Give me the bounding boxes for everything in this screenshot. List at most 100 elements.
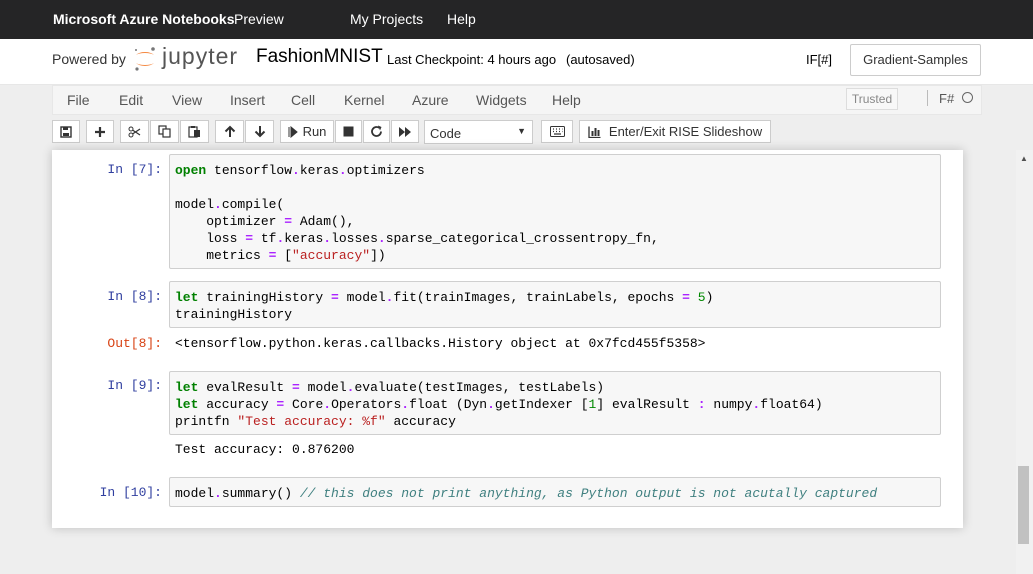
copy-button[interactable] — [150, 120, 179, 143]
cell-type-select[interactable]: Code ▼ — [424, 120, 533, 144]
input-prompt: In [7]: — [107, 162, 162, 177]
scrollbar-thumb[interactable] — [1018, 466, 1029, 544]
rise-label: Enter/Exit RISE Slideshow — [608, 124, 763, 139]
code-token: let — [175, 290, 199, 305]
code-token: = — [292, 380, 300, 395]
input-prompt: In [8]: — [107, 289, 162, 304]
menu-file[interactable]: File — [67, 92, 90, 108]
code-editor[interactable]: let evalResult = model. evaluate(testImag… — [170, 372, 940, 437]
jupyter-logo-text[interactable]: jupyter — [162, 43, 238, 70]
code-token: let — [175, 380, 199, 395]
menu-separator — [927, 90, 928, 106]
move-down-button[interactable] — [245, 120, 274, 143]
code-token: . — [214, 486, 222, 501]
code-token: . — [292, 163, 300, 178]
rise-slideshow-button[interactable]: Enter/Exit RISE Slideshow — [579, 120, 771, 143]
code-token: "accuracy" — [292, 248, 371, 263]
input-prompt: In [10]: — [99, 485, 162, 500]
code-token: Core — [284, 397, 324, 412]
save-button[interactable] — [52, 120, 80, 143]
restart-button[interactable] — [363, 120, 390, 143]
trusted-indicator[interactable]: Trusted — [846, 88, 898, 110]
restart-run-all-button[interactable] — [391, 120, 419, 143]
my-projects-link[interactable]: My Projects — [350, 11, 423, 27]
code-token: evalResult — [198, 380, 293, 395]
bar-chart-icon — [588, 126, 601, 138]
run-label: Run — [302, 124, 327, 139]
powered-by-label: Powered by — [52, 51, 126, 67]
code-line: let trainingHistory = model.fit(trainIma… — [175, 289, 935, 306]
project-button[interactable]: Gradient-Samples — [850, 44, 981, 76]
paste-button[interactable] — [180, 120, 209, 143]
help-link[interactable]: Help — [447, 11, 476, 27]
code-token: fit(trainImages, trainLabels, epochs — [393, 290, 683, 305]
code-line: model.compile( — [175, 196, 935, 213]
menu-help[interactable]: Help — [552, 92, 581, 108]
code-token: model — [175, 197, 215, 212]
menu-insert[interactable]: Insert — [230, 92, 265, 108]
menu-bar: File Edit View Insert Cell Kernel Azure … — [52, 85, 982, 115]
menu-widgets[interactable]: Widgets — [476, 92, 527, 108]
code-token: . — [377, 231, 386, 246]
code-token: . — [323, 231, 332, 246]
menu-cell[interactable]: Cell — [291, 92, 315, 108]
command-palette-button[interactable] — [541, 120, 573, 143]
code-cell[interactable]: let evalResult = model. evaluate(testImag… — [169, 371, 941, 435]
code-token: summary() — [221, 486, 300, 501]
code-cell[interactable]: model.summary() // this does not print a… — [169, 477, 941, 507]
copy-icon — [158, 125, 171, 138]
code-token: trainingHistory — [198, 290, 332, 305]
notebook-name[interactable]: FashionMNIST — [256, 46, 383, 68]
code-line: printfn "Test accuracy: %f" accuracy — [175, 413, 935, 430]
kernel-indicator: IF[#] — [806, 52, 833, 67]
run-button[interactable]: Run — [280, 120, 334, 143]
code-token: : — [697, 397, 706, 412]
code-cell[interactable]: let trainingHistory = model.fit(trainIma… — [169, 281, 941, 328]
menu-azure[interactable]: Azure — [412, 92, 449, 108]
menu-edit[interactable]: Edit — [119, 92, 143, 108]
code-token: Adam(), — [292, 214, 355, 229]
code-token: . — [487, 397, 495, 412]
brand-link[interactable]: Microsoft Azure Notebooks — [53, 11, 235, 27]
move-up-button[interactable] — [215, 120, 244, 143]
menu-view[interactable]: View — [172, 92, 202, 108]
code-editor[interactable]: model.summary() // this does not print a… — [170, 478, 940, 509]
cut-button[interactable] — [120, 120, 149, 143]
code-token: accuracy — [385, 414, 456, 429]
code-editor[interactable]: let trainingHistory = model.fit(trainIma… — [170, 282, 940, 330]
code-token: = — [284, 214, 293, 229]
code-token: optimizers — [346, 163, 425, 178]
code-token: "Test accuracy: %f" — [237, 414, 386, 429]
autosave-status: (autosaved) — [566, 52, 635, 67]
keyboard-icon — [549, 126, 565, 137]
step-forward-icon — [288, 125, 298, 138]
top-navbar: Microsoft Azure Notebooks Preview My Pro… — [0, 0, 1033, 39]
code-editor[interactable]: open tensorflow.keras.optimizers model.co… — [170, 155, 940, 271]
code-token: compile( — [221, 197, 285, 212]
scissors-icon — [128, 126, 141, 137]
code-token: Operators — [331, 397, 402, 412]
code-token: numpy — [705, 397, 753, 412]
restart-icon — [371, 125, 382, 137]
code-token: = — [245, 231, 254, 246]
page-scrollbar[interactable]: ▲ — [1016, 150, 1033, 574]
code-token: optimizer — [175, 214, 285, 229]
code-token: [ — [276, 248, 293, 263]
insert-cell-button[interactable] — [86, 120, 114, 143]
code-cell[interactable]: open tensorflow.keras.optimizers model.co… — [169, 154, 941, 269]
code-token: . — [401, 397, 410, 412]
save-icon — [60, 125, 72, 138]
code-line: model.summary() // this does not print a… — [175, 485, 935, 502]
interrupt-button[interactable] — [335, 120, 362, 143]
code-token: 5 — [697, 290, 706, 305]
paste-icon — [188, 126, 200, 138]
code-line: trainingHistory — [175, 306, 935, 323]
code-token: model — [175, 486, 215, 501]
code-token: ] evalResult — [596, 397, 698, 412]
jupyter-logo-icon — [135, 47, 155, 71]
scroll-up-arrow-icon[interactable]: ▲ — [1020, 154, 1028, 163]
menu-kernel[interactable]: Kernel — [344, 92, 384, 108]
code-token: float (Dyn — [409, 397, 488, 412]
